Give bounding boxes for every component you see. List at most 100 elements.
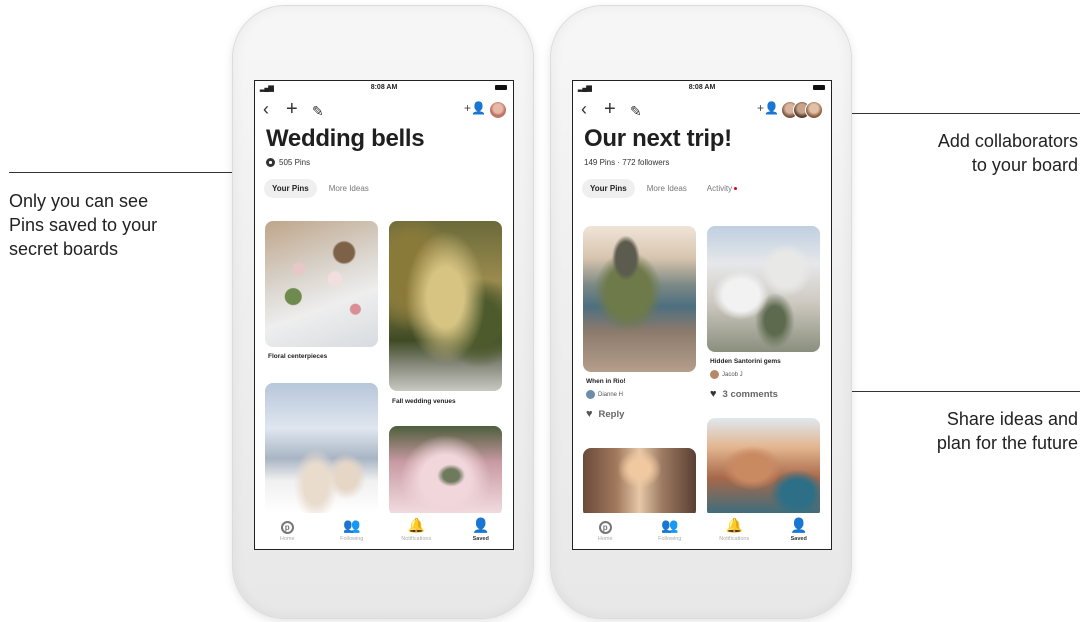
status-time: 8:08 AM	[370, 84, 398, 91]
nav-label: Saved	[790, 536, 807, 542]
tab-your-pins[interactable]: Your Pins	[582, 179, 635, 198]
pin-church-shoes[interactable]	[265, 383, 378, 513]
heart-icon[interactable]: ♥	[586, 408, 593, 420]
author-avatar	[710, 370, 719, 379]
pin-fall-wedding-venues[interactable]	[389, 221, 502, 391]
back-icon[interactable]: ‹	[263, 100, 269, 118]
nav-saved[interactable]: 👤 Saved	[770, 517, 828, 542]
pin-count: 505 Pins	[279, 158, 311, 167]
leader-line-right-bottom	[840, 391, 1080, 392]
pin-grid: When in Rio! Dianne H ♥ Reply Hidden San…	[583, 221, 823, 518]
callout-add-collaborators: Add collaborators to your board	[858, 129, 1078, 177]
nav-following[interactable]: 👥 Following	[641, 517, 699, 542]
status-bar: ▂▄▆ 8:08 AM	[573, 81, 831, 95]
phone-screen: ▂▄▆ 8:08 AM ‹ + ✎ +👤 Our next trip! 149 …	[572, 80, 832, 550]
pin-santorini[interactable]	[707, 226, 820, 352]
secret-lock-icon	[266, 158, 275, 167]
nav-label: Following	[340, 536, 364, 542]
phone-device-left: ▂▄▆ 8:08 AM ‹ + ✎ +👤 Wedding bells 505 P…	[233, 6, 533, 618]
callout-line: Share ideas and	[946, 409, 1078, 429]
nav-home[interactable]: p Home	[576, 517, 634, 542]
pin-floral-centerpieces[interactable]	[265, 221, 378, 347]
pin-caption: Hidden Santorini gems	[710, 358, 781, 365]
edit-pencil-icon[interactable]: ✎	[312, 102, 324, 120]
author-name: Dianne H	[598, 391, 624, 398]
callout-share-ideas: Share ideas and plan for the future	[858, 407, 1078, 455]
pinterest-icon: p	[258, 517, 316, 534]
activity-badge	[734, 187, 738, 191]
board-meta: 149 Pins · 772 followers	[584, 158, 831, 167]
nav-notifications[interactable]: 🔔 Notifications	[387, 517, 445, 542]
callout-line: Only you can see	[9, 191, 149, 211]
pin-caption: Floral centerpieces	[268, 353, 328, 360]
board-stats: 149 Pins · 772 followers	[584, 158, 670, 167]
pin-caption: When in Rio!	[586, 378, 626, 385]
nav-label: Notifications	[401, 536, 432, 542]
add-collaborator-icon[interactable]: +👤	[464, 101, 486, 115]
add-icon[interactable]: +	[604, 99, 616, 119]
pin-caption: Fall wedding venues	[392, 398, 456, 405]
pin-grid: Floral centerpieces Fall wedding venues	[265, 221, 505, 516]
callout-line: Add collaborators	[937, 131, 1078, 151]
nav-label: Home	[597, 536, 613, 542]
person-icon: 👤	[472, 517, 490, 533]
back-icon[interactable]: ‹	[581, 100, 587, 118]
heart-icon[interactable]: ♥	[710, 388, 717, 400]
avatar[interactable]	[489, 101, 507, 119]
nav-notifications[interactable]: 🔔 Notifications	[705, 517, 763, 542]
author-avatar	[586, 390, 595, 399]
board-toolbar: ‹ + ✎ +👤	[255, 95, 513, 123]
bottom-nav: p Home 👥 Following 🔔 Notifications 👤 Sav…	[255, 513, 513, 549]
phone-device-right: ▂▄▆ 8:08 AM ‹ + ✎ +👤 Our next trip! 149 …	[551, 6, 851, 618]
people-icon: 👥	[343, 517, 361, 533]
board-title: Wedding bells	[266, 125, 425, 152]
collaborator-avatar[interactable]	[805, 101, 823, 119]
person-icon: 👤	[790, 517, 808, 533]
callout-line: to your board	[971, 155, 1078, 175]
add-collaborator-icon[interactable]: +👤	[757, 101, 779, 115]
battery-icon	[495, 85, 507, 90]
board-toolbar: ‹ + ✎ +👤	[573, 95, 831, 123]
callout-line: plan for the future	[936, 433, 1078, 453]
people-icon: 👥	[661, 517, 679, 533]
callout-secret-boards: Only you can see Pins saved to your secr…	[9, 189, 229, 261]
add-icon[interactable]: +	[286, 99, 298, 119]
pin-coastal-village[interactable]	[707, 418, 820, 518]
pin-city-street[interactable]	[583, 448, 696, 518]
status-time: 8:08 AM	[688, 84, 716, 91]
tab-more-ideas[interactable]: More Ideas	[321, 179, 377, 198]
board-meta: 505 Pins	[266, 158, 513, 167]
status-bar: ▂▄▆ 8:08 AM	[255, 81, 513, 95]
nav-label: Following	[658, 536, 682, 542]
nav-following[interactable]: 👥 Following	[323, 517, 381, 542]
tab-your-pins[interactable]: Your Pins	[264, 179, 317, 198]
comments-label: 3 comments	[722, 388, 778, 400]
tab-activity-label: Activity	[706, 184, 733, 193]
pin-rings-flower[interactable]	[389, 426, 502, 516]
callout-line: Pins saved to your	[9, 215, 158, 235]
bottom-nav: p Home 👥 Following 🔔 Notifications 👤 Sav…	[573, 513, 831, 549]
board-tabs: Your Pins More Ideas Activity	[582, 179, 831, 198]
nav-label: Saved	[472, 536, 489, 542]
pin-author: Dianne H	[586, 390, 623, 399]
bell-icon: 🔔	[407, 517, 425, 533]
nav-label: Home	[279, 536, 295, 542]
leader-line-left	[9, 172, 250, 173]
edit-pencil-icon[interactable]: ✎	[630, 102, 642, 120]
callout-line: secret boards	[9, 239, 119, 259]
nav-home[interactable]: p Home	[258, 517, 316, 542]
phone-screen: ▂▄▆ 8:08 AM ‹ + ✎ +👤 Wedding bells 505 P…	[254, 80, 514, 550]
tab-activity[interactable]: Activity	[699, 179, 745, 198]
nav-label: Notifications	[719, 536, 750, 542]
pin-rio[interactable]	[583, 226, 696, 372]
author-name: Jacob J	[722, 371, 743, 378]
comments-action[interactable]: ♥ 3 comments	[710, 388, 778, 400]
reply-label: Reply	[598, 408, 625, 420]
bell-icon: 🔔	[725, 517, 743, 533]
reply-action[interactable]: ♥ Reply	[586, 408, 624, 420]
pinterest-icon: p	[576, 517, 634, 534]
tab-more-ideas[interactable]: More Ideas	[639, 179, 695, 198]
board-title: Our next trip!	[584, 125, 732, 152]
leader-line-right-top	[840, 113, 1080, 114]
nav-saved[interactable]: 👤 Saved	[452, 517, 510, 542]
